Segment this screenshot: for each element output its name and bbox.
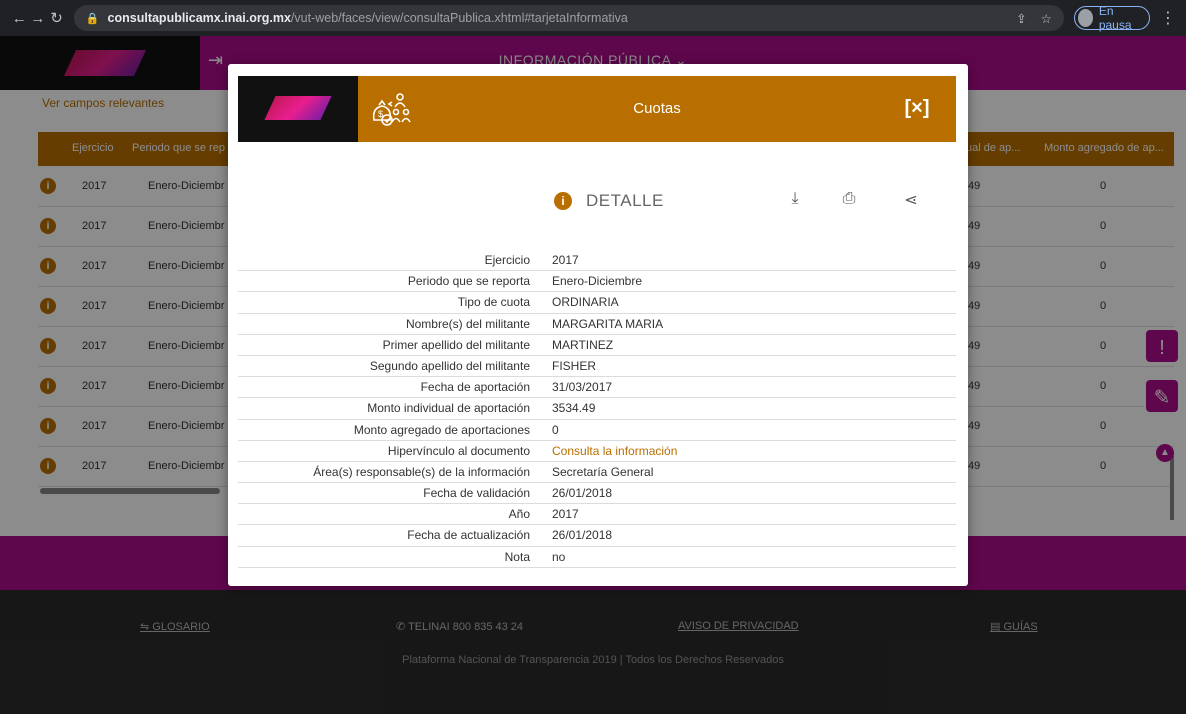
field-label: Segundo apellido del militante xyxy=(369,358,530,373)
field-label: Área(s) responsable(s) de la información xyxy=(313,464,530,479)
modal-title: Cuotas xyxy=(633,100,681,117)
lock-icon: 🔒 xyxy=(85,12,100,25)
field-label: Fecha de validación xyxy=(423,486,530,501)
url-path: /vut-web/faces/view/consultaPublica.xhtm… xyxy=(290,11,628,25)
field-row: Fecha de actualización 26/01/2018 xyxy=(238,525,956,547)
field-row: Monto individual de aportación 3534.49 xyxy=(238,398,956,420)
info-icon: i xyxy=(554,192,572,210)
field-label: Tipo de cuota xyxy=(457,295,530,310)
forward-arrow-icon[interactable]: → xyxy=(29,10,48,27)
share-icon[interactable]: ⋖ xyxy=(900,190,922,212)
field-value: 2017 xyxy=(552,253,579,267)
field-value: no xyxy=(552,549,566,564)
field-label: Nota xyxy=(504,549,530,564)
field-value: 26/01/2018 xyxy=(552,486,613,501)
field-value: 0 xyxy=(552,422,559,437)
field-row: Periodo que se reporta Enero-Diciembre xyxy=(238,271,956,293)
field-row: Área(s) responsable(s) de la información… xyxy=(238,462,956,484)
back-arrow-icon[interactable]: ← xyxy=(10,10,29,27)
field-row: Año 2017 xyxy=(238,504,956,526)
field-label: Hipervínculo al documento xyxy=(387,443,530,458)
field-label: Primer apellido del militante xyxy=(382,337,530,352)
field-row: Nota no xyxy=(238,547,956,568)
cuotas-modal: $ Cuotas [×] i DETALLE ⤓ ⎙ ⋖ Ejercicio 20… xyxy=(228,64,968,586)
field-row: Fecha de validación 26/01/2018 xyxy=(238,483,956,505)
field-row: Fecha de aportación 31/03/2017 xyxy=(238,377,956,399)
field-label: Nombre(s) del militante xyxy=(405,316,530,331)
profile-button[interactable]: En pausa xyxy=(1073,4,1151,32)
field-label: Fecha de actualización xyxy=(407,528,530,543)
browser-menu-icon[interactable]: ⋮ xyxy=(1160,8,1176,28)
field-label: Ejercicio xyxy=(484,253,530,267)
url-host: consultapublicamx.inai.org.mx xyxy=(107,11,291,25)
print-icon[interactable]: ⎙ xyxy=(838,190,860,212)
field-row: Monto agregado de aportaciones 0 xyxy=(238,420,956,441)
browser-toolbar: ← → ↻ 🔒 consultapublicamx.inai.org.mx/vu… xyxy=(0,0,1186,36)
share-icon[interactable]: ⇪ xyxy=(1016,11,1026,26)
field-value: Secretaría General xyxy=(552,464,654,479)
field-row: Segundo apellido del militante FISHER xyxy=(238,356,956,378)
detail-bar: i DETALLE ⤓ ⎙ ⋖ xyxy=(238,184,956,218)
reload-icon[interactable]: ↻ xyxy=(47,9,66,27)
field-value: Enero-Diciembre xyxy=(552,274,643,289)
field-value: MARTINEZ xyxy=(552,337,614,352)
document-link[interactable]: Consulta la información xyxy=(552,444,677,458)
field-value: 3534.49 xyxy=(552,401,596,416)
field-row: Hipervínculo al documento Consulta la inf… xyxy=(238,441,956,462)
field-row: Nombre(s) del militante MARGARITA MARIA xyxy=(238,314,956,335)
field-value: MARGARITA MARIA xyxy=(552,316,664,331)
field-label: Periodo que se reporta xyxy=(407,274,530,289)
field-value: 31/03/2017 xyxy=(552,380,613,395)
detail-label: DETALLE xyxy=(586,191,664,210)
modal-header: $ Cuotas [×] xyxy=(238,76,956,142)
download-icon[interactable]: ⤓ xyxy=(784,190,806,212)
modal-logo xyxy=(238,76,358,142)
close-button[interactable]: [×] xyxy=(900,92,934,124)
field-label: Monto agregado de aportaciones xyxy=(353,422,530,437)
field-label: Monto individual de aportación xyxy=(367,401,530,416)
field-row: Tipo de cuota ORDINARIA xyxy=(238,292,956,314)
field-value: FISHER xyxy=(552,358,597,373)
field-row: Ejercicio 2017 xyxy=(238,250,956,272)
address-bar[interactable]: 🔒 consultapublicamx.inai.org.mx/vut-web/… xyxy=(73,5,1064,31)
profile-label: En pausa xyxy=(1098,4,1132,32)
detail-fields: Ejercicio 2017 Periodo que se reporta Ener… xyxy=(238,250,956,568)
field-label: Fecha de aportación xyxy=(420,380,530,395)
field-row: Primer apellido del militante MARTINEZ xyxy=(238,335,956,356)
bookmark-star-icon[interactable]: ☆ xyxy=(1041,11,1052,26)
avatar xyxy=(1077,9,1093,27)
field-value: 2017 xyxy=(552,507,579,522)
field-value: ORDINARIA xyxy=(552,295,619,310)
field-label: Año xyxy=(508,507,530,522)
field-value: 26/01/2018 xyxy=(552,528,613,543)
